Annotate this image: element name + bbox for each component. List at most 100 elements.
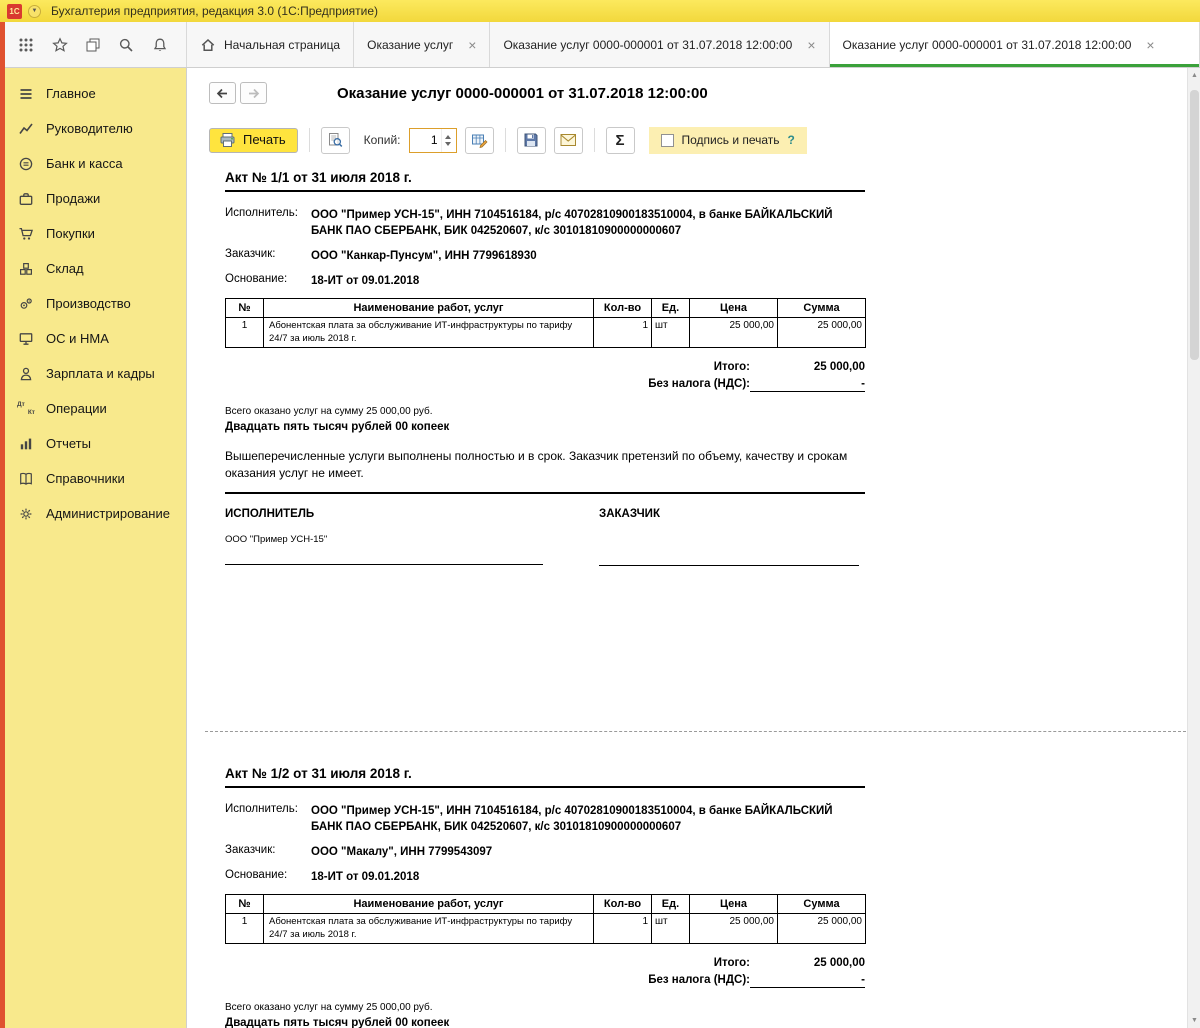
bar-chart-icon (20, 438, 32, 449)
scroll-up-icon[interactable]: ▲ (1188, 72, 1200, 79)
send-email-button[interactable] (553, 126, 583, 154)
history-button[interactable] (80, 32, 106, 58)
col-sum: Сумма (777, 894, 866, 915)
executor-sign-title: ИСПОЛНИТЕЛЬ (225, 507, 315, 520)
table-pencil-icon (471, 134, 487, 148)
stepper-up-icon[interactable] (445, 134, 451, 139)
sidebar-item-administration[interactable]: Администрирование (0, 496, 186, 531)
tab-home-label: Начальная страница (224, 37, 341, 52)
sidebar-item-label: Производство (46, 296, 131, 311)
sum-button[interactable]: Σ (605, 126, 635, 154)
system-menu-icon[interactable]: ▼ (28, 4, 41, 18)
title-rule (225, 190, 865, 192)
cell-price: 25 000,00 (689, 317, 778, 349)
table-header-row: № Наименование работ, услуг Кол-во Ед. Ц… (225, 298, 866, 319)
sidebar-item-sales[interactable]: Продажи (0, 181, 186, 216)
cell-name: Абонентская плата за обслуживание ИТ-инф… (263, 913, 594, 944)
window-titlebar: 1С ▼ Бухгалтерия предприятия, редакция 3… (0, 0, 1200, 22)
sign-and-print-checkbox[interactable] (660, 133, 674, 147)
open-tabs: Начальная страница Оказание услуг × Оказ… (186, 22, 1200, 67)
customer-value: ООО "Канкар-Пунсум", ИНН 7799618930 (311, 250, 537, 263)
tab-close-icon[interactable]: × (807, 38, 815, 52)
star-icon (51, 36, 68, 52)
amount-in-words: Двадцать пять тысяч рублей 00 копеек (225, 1016, 450, 1028)
sidebar-item-manager[interactable]: Руководителю (0, 111, 186, 146)
title-rule (225, 785, 865, 788)
act-title: Акт № 1/1 от 31 июля 2018 г. (225, 170, 412, 185)
sidebar-item-label: ОС и НМА (46, 331, 109, 346)
toolbar-separator (308, 128, 310, 152)
sigma-icon: Σ (615, 131, 625, 149)
customer-signature-line (599, 564, 859, 566)
save-button[interactable] (516, 126, 546, 154)
tab-services[interactable]: Оказание услуг × (354, 22, 491, 67)
sidebar-item-label: Руководителю (46, 121, 133, 136)
sidebar-item-label: Продажи (46, 191, 101, 206)
sidebar-item-references[interactable]: Справочники (0, 461, 186, 496)
sidebar-item-warehouse[interactable]: Склад (0, 251, 186, 286)
cell-sum: 25 000,00 (777, 913, 866, 944)
cell-sum: 25 000,00 (777, 317, 866, 349)
tab-services-document[interactable]: Оказание услуг 0000-000001 от 31.07.2018… (490, 22, 830, 67)
coin-icon (19, 157, 33, 170)
amount-in-words: Двадцать пять тысяч рублей 00 копеек (225, 421, 450, 434)
tab-close-icon[interactable]: × (1146, 38, 1154, 52)
page-title: Оказание услуг 0000-000001 от 31.07.2018… (337, 84, 708, 102)
copies-stepper[interactable] (408, 127, 457, 153)
copies-input[interactable] (409, 128, 441, 152)
act-title: Акт № 1/2 от 31 июля 2018 г. (225, 765, 412, 781)
sidebar-item-production[interactable]: Производство (0, 286, 186, 321)
page-break-separator (205, 730, 1186, 732)
tab-label: Оказание услуг (367, 37, 454, 52)
tab-home[interactable]: Начальная страница (186, 22, 355, 67)
sidebar-item-operations[interactable]: Дт Кт Операции (0, 391, 186, 426)
col-price: Цена (689, 298, 778, 319)
sidebar-item-reports[interactable]: Отчеты (0, 426, 186, 461)
col-name: Наименование работ, услуг (263, 894, 594, 915)
cell-qty: 1 (593, 913, 652, 944)
col-name: Наименование работ, услуг (263, 298, 594, 319)
sidebar-item-label: Главное (46, 86, 96, 101)
preview-button[interactable] (320, 126, 350, 154)
hamburger-icon (20, 88, 32, 99)
basis-label: Основание: (225, 273, 288, 286)
sidebar-item-label: Справочники (46, 471, 125, 486)
sidebar-item-main[interactable]: Главное (0, 76, 186, 111)
book-icon (20, 472, 32, 485)
executor-label: Исполнитель: (225, 207, 298, 219)
customer-label: Заказчик: (225, 248, 276, 261)
tab-label: Оказание услуг 0000-000001 от 31.07.2018… (842, 37, 1132, 52)
notifications-button[interactable] (147, 32, 173, 58)
scrollbar-thumb[interactable] (1190, 90, 1199, 360)
boxes-icon (19, 262, 33, 275)
stepper-down-icon[interactable] (445, 141, 451, 146)
print-settings-button[interactable] (464, 126, 494, 154)
tab-close-icon[interactable]: × (468, 38, 476, 52)
vertical-scrollbar[interactable]: ▲ ▼ (1187, 68, 1200, 1028)
sidebar-item-label: Администрирование (46, 506, 170, 521)
save-icon (524, 133, 538, 147)
sidebar-item-bank-cash[interactable]: Банк и касса (0, 146, 186, 181)
vat-value: - (750, 974, 865, 988)
search-button[interactable] (113, 32, 139, 58)
sidebar-item-fixed-assets[interactable]: ОС и НМА (0, 321, 186, 356)
cell-name: Абонентская плата за обслуживание ИТ-инф… (263, 317, 594, 349)
help-link[interactable]: ? (788, 133, 795, 147)
print-button[interactable]: Печать (209, 127, 298, 153)
sidebar-item-payroll-hr[interactable]: Зарплата и кадры (0, 356, 186, 391)
sidebar-item-label: Операции (46, 401, 107, 416)
scroll-down-icon[interactable]: ▼ (1188, 1017, 1200, 1024)
forward-button[interactable] (240, 82, 267, 104)
toolbar-separator (504, 128, 506, 152)
tab-label: Оказание услуг 0000-000001 от 31.07.2018… (503, 37, 793, 52)
tab-services-document-active[interactable]: Оказание услуг 0000-000001 от 31.07.2018… (829, 22, 1200, 67)
apps-menu-button[interactable] (13, 32, 39, 58)
gear-icon (20, 508, 32, 519)
sidebar-item-purchases[interactable]: Покупки (0, 216, 186, 251)
sidebar-item-label: Покупки (46, 226, 95, 241)
cell-qty: 1 (593, 317, 652, 349)
favorites-button[interactable] (47, 32, 73, 58)
sign-and-print-label[interactable]: Подпись и печать (682, 133, 780, 147)
back-button[interactable] (209, 82, 236, 104)
search-icon (120, 38, 133, 52)
